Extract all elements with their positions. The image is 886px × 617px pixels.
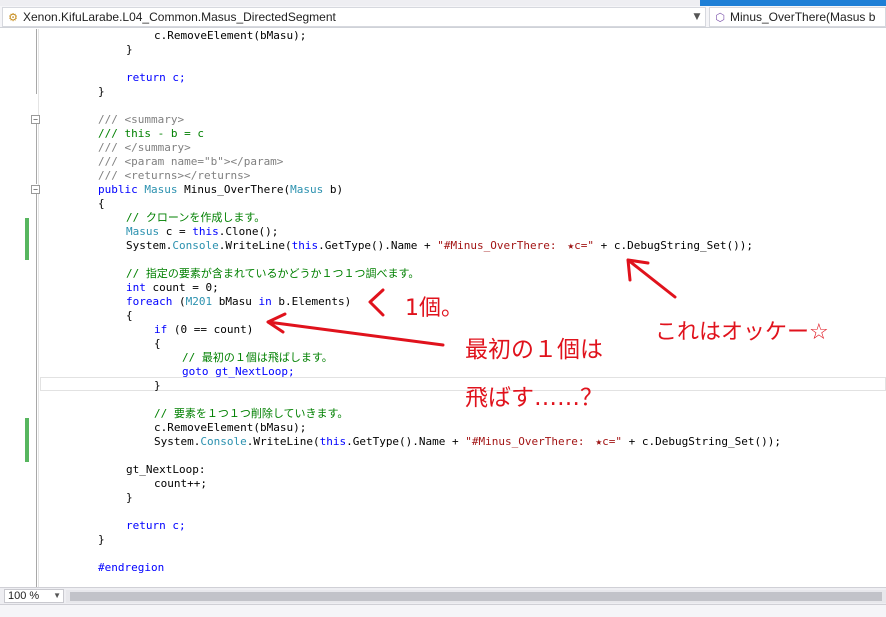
- code-token: }: [98, 85, 105, 98]
- code-line: /// this - b = c: [42, 127, 204, 141]
- collapse-toggle-summary[interactable]: −: [31, 115, 40, 124]
- code-line: c.RemoveElement(bMasu);: [42, 421, 306, 435]
- annotation-skip-first-line2: 飛ばす……？: [465, 385, 603, 411]
- comment-line: // 指定の要素が含まれているかどうか１つ１つ調べます。: [42, 267, 419, 281]
- code-line: if (0 == count): [42, 323, 253, 337]
- code-line: }: [42, 379, 161, 393]
- preprocessor-line: #endregion: [42, 561, 164, 575]
- change-marker: [25, 418, 29, 462]
- editor-status-bar: 100 % ▼: [0, 587, 886, 604]
- code-line: System.Console.WriteLine(this.GetType().…: [42, 239, 753, 253]
- code-token: if (0 == count): [154, 323, 254, 336]
- annotation-one-item: 1個。: [405, 296, 463, 321]
- annotation-skip-first-line1: 最初の１個は: [465, 337, 603, 363]
- horizontal-scrollbar[interactable]: [66, 590, 886, 603]
- current-line-highlight: [40, 377, 886, 391]
- code-line: }: [42, 491, 133, 505]
- annotation-okay: これはオッケー☆: [655, 320, 829, 345]
- code-line: {: [42, 337, 161, 351]
- code-token: System.Console.WriteLine(this.GetType().…: [126, 239, 753, 252]
- doc-comment: /// <param name="b"></param>: [98, 155, 284, 168]
- outline-line: [36, 124, 37, 184]
- code-line: return c;: [42, 519, 186, 533]
- code-line: }: [42, 85, 105, 99]
- code-line: /// <param name="b"></param>: [42, 155, 283, 169]
- code-token: // 指定の要素が含まれているかどうか１つ１つ調べます。: [126, 267, 420, 280]
- type-selector-dropdown[interactable]: ⚙ Xenon.KifuLarabe.L04_Common.Masus_Dire…: [2, 7, 706, 27]
- code-token: public Masus Minus_OverThere(Masus b): [98, 183, 344, 196]
- code-token: c.RemoveElement(bMasu);: [154, 29, 307, 42]
- code-token: System.Console.WriteLine(this.GetType().…: [154, 435, 781, 448]
- chevron-down-icon: ▼: [53, 591, 61, 600]
- comment-line: // 要素を１つ１つ削除していきます。: [42, 407, 348, 421]
- code-line: {: [42, 197, 105, 211]
- zoom-level-dropdown[interactable]: 100 % ▼: [4, 589, 64, 603]
- doc-comment: /// this - b = c: [98, 127, 204, 140]
- code-line: System.Console.WriteLine(this.GetType().…: [42, 435, 781, 449]
- code-token: Masus c = this.Clone();: [126, 225, 279, 238]
- code-line: Masus c = this.Clone();: [42, 225, 278, 239]
- comment-line: // クローンを作成します。: [42, 211, 265, 225]
- code-token: }: [126, 491, 133, 504]
- code-line: /// <summary>: [42, 113, 184, 127]
- label-line: gt_NextLoop:: [42, 463, 205, 477]
- method-icon: ⬡: [715, 10, 725, 24]
- bottom-panel-strip: [0, 604, 886, 617]
- member-selector-dropdown[interactable]: ⬡ Minus_OverThere(Masus b: [709, 7, 886, 27]
- code-line: goto gt_NextLoop;: [42, 365, 295, 379]
- code-token: {: [126, 309, 133, 322]
- member-selector-label: Minus_OverThere(Masus b: [730, 10, 876, 24]
- code-token: }: [98, 533, 105, 546]
- indicator-margin: [0, 29, 22, 587]
- scrollbar-thumb[interactable]: [70, 592, 882, 601]
- code-token: }: [126, 43, 133, 56]
- code-line: /// </summary>: [42, 141, 191, 155]
- code-line: return c;: [42, 71, 186, 85]
- code-token: // 要素を１つ１つ削除していきます。: [154, 407, 349, 420]
- navigation-bar: ⚙ Xenon.KifuLarabe.L04_Common.Masus_Dire…: [0, 6, 886, 28]
- gutter-divider: [38, 29, 39, 587]
- code-token: c.RemoveElement(bMasu);: [154, 421, 307, 434]
- code-line: count++;: [42, 477, 207, 491]
- code-token: goto gt_NextLoop;: [182, 365, 295, 378]
- code-token: // 最初の１個は飛ばします。: [182, 351, 333, 364]
- code-token: {: [154, 337, 161, 350]
- code-token: int count = 0;: [126, 281, 219, 294]
- change-marker: [25, 218, 29, 260]
- code-line: }: [42, 43, 133, 57]
- outline-line: [36, 29, 37, 94]
- code-token: return c;: [126, 71, 186, 84]
- doc-comment: /// <summary>: [98, 113, 185, 126]
- code-line: /// <returns></returns>: [42, 169, 250, 183]
- code-token: gt_NextLoop:: [126, 463, 206, 476]
- code-token: foreach (M201 bMasu in b.Elements): [126, 295, 352, 308]
- code-line: int count = 0;: [42, 281, 219, 295]
- class-icon: ⚙: [8, 10, 18, 24]
- chevron-down-icon[interactable]: ▼: [689, 12, 705, 22]
- zoom-level-label: 100 %: [8, 590, 40, 602]
- code-token: #endregion: [98, 561, 165, 574]
- code-line: foreach (M201 bMasu in b.Elements): [42, 295, 351, 309]
- code-line: c.RemoveElement(bMasu);: [42, 29, 306, 43]
- doc-comment: /// <returns></returns>: [98, 169, 251, 182]
- code-line: }: [42, 533, 105, 547]
- method-signature: public Masus Minus_OverThere(Masus b): [42, 183, 343, 197]
- code-token: {: [98, 197, 105, 210]
- code-line: {: [42, 309, 133, 323]
- code-token: // クローンを作成します。: [126, 211, 266, 224]
- code-token: return c;: [126, 519, 186, 532]
- outline-line: [36, 193, 37, 587]
- doc-comment: /// </summary>: [98, 141, 191, 154]
- type-selector-label: Xenon.KifuLarabe.L04_Common.Masus_Direct…: [23, 10, 336, 24]
- code-token: }: [154, 379, 161, 392]
- code-token: count++;: [154, 477, 207, 490]
- comment-line: // 最初の１個は飛ばします。: [42, 351, 333, 365]
- collapse-toggle-method[interactable]: −: [31, 185, 40, 194]
